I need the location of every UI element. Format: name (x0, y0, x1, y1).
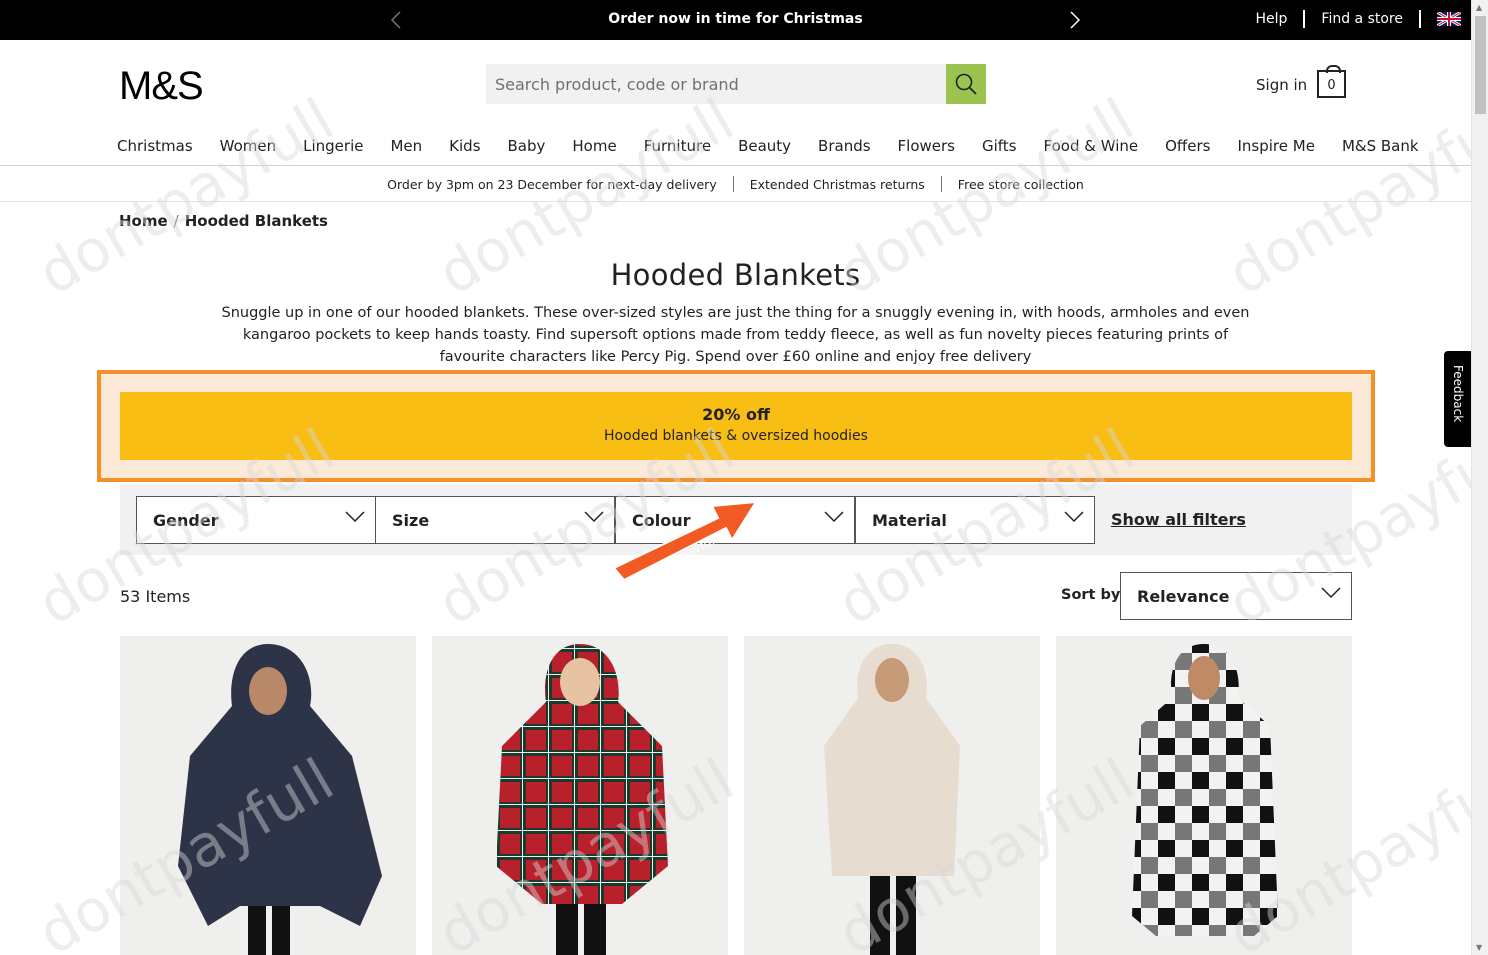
find-store-link[interactable]: Find a store (1305, 11, 1419, 27)
nav-item-men[interactable]: Men (381, 137, 431, 155)
filter-label: Size (392, 511, 430, 530)
divider (1419, 10, 1421, 28)
nav-item-furniture[interactable]: Furniture (635, 137, 720, 155)
search-bar (486, 64, 986, 104)
shopping-bag-icon[interactable]: 0 (1317, 65, 1346, 98)
nav-item-women[interactable]: Women (211, 137, 285, 155)
nav-item-gifts[interactable]: Gifts (973, 137, 1026, 155)
product-image-navy-hooded-blanket[interactable] (120, 636, 416, 955)
filter-bar: Gender Size Colour Material Show all fil… (120, 484, 1352, 555)
nav-item-baby[interactable]: Baby (499, 137, 555, 155)
page-title: Hooded Blankets (610, 258, 861, 292)
nav-item-beauty[interactable]: Beauty (729, 137, 800, 155)
delivery-next-day[interactable]: Order by 3pm on 23 December for next-day… (371, 177, 733, 192)
breadcrumb-home[interactable]: Home (119, 212, 168, 230)
breadcrumb-current[interactable]: Hooded Blankets (185, 212, 328, 230)
page-scrollbar[interactable]: ▲ ▼ (1471, 0, 1488, 955)
product-image-tartan-hooded-blanket[interactable] (432, 636, 728, 955)
scroll-down-icon[interactable]: ▼ (1476, 943, 1482, 952)
filter-label: Gender (153, 511, 219, 530)
product-image-cream-teddy-hoodie[interactable] (744, 636, 1040, 955)
scrollbar-thumb[interactable] (1475, 16, 1486, 114)
main-nav: Christmas Women Lingerie Men Kids Baby H… (108, 137, 1437, 155)
feedback-label: Feedback (1451, 365, 1465, 423)
uk-flag-icon[interactable] (1437, 12, 1461, 26)
filter-label: Material (872, 511, 947, 530)
nav-item-flowers[interactable]: Flowers (889, 137, 964, 155)
offer-banner[interactable]: 20% off Hooded blankets & oversized hood… (120, 392, 1352, 460)
top-promo-bar: Order now in time for Christmas Help Fin… (0, 0, 1471, 40)
scroll-up-icon[interactable]: ▲ (1476, 3, 1482, 12)
chevron-down-icon (824, 511, 844, 523)
ms-logo[interactable]: M&S (119, 64, 204, 109)
promo-next-icon[interactable] (1065, 8, 1085, 32)
nav-item-food-wine[interactable]: Food & Wine (1035, 137, 1148, 155)
chevron-down-icon (1321, 587, 1341, 599)
delivery-store-collection[interactable]: Free store collection (942, 177, 1100, 192)
filter-size[interactable]: Size (375, 496, 615, 544)
nav-item-christmas[interactable]: Christmas (108, 137, 202, 155)
search-icon (955, 73, 977, 95)
offer-headline: 20% off (702, 405, 770, 424)
show-all-filters-link[interactable]: Show all filters (1111, 510, 1246, 529)
items-count: 53 Items (120, 587, 191, 606)
help-link[interactable]: Help (1240, 11, 1304, 27)
chevron-down-icon (345, 511, 365, 523)
sign-in-link[interactable]: Sign in (1256, 76, 1307, 94)
nav-item-kids[interactable]: Kids (440, 137, 489, 155)
sort-value: Relevance (1137, 587, 1230, 606)
search-button[interactable] (946, 64, 986, 104)
offer-subline: Hooded blankets & oversized hoodies (604, 428, 868, 444)
nav-item-offers[interactable]: Offers (1156, 137, 1219, 155)
chevron-down-icon (584, 511, 604, 523)
nav-item-inspire-me[interactable]: Inspire Me (1228, 137, 1323, 155)
product-image-check-teddy-hoodie[interactable] (1056, 636, 1352, 955)
page-description: Snuggle up in one of our hooded blankets… (221, 305, 1250, 365)
sort-by-label: Sort by (1061, 587, 1121, 603)
nav-item-home[interactable]: Home (563, 137, 625, 155)
divider (0, 165, 1471, 166)
bag-count: 0 (1327, 78, 1336, 93)
divider (0, 201, 1471, 202)
chevron-down-icon (1064, 511, 1084, 523)
sort-select[interactable]: Relevance (1120, 572, 1352, 620)
nav-item-lingerie[interactable]: Lingerie (294, 137, 372, 155)
nav-item-brands[interactable]: Brands (809, 137, 880, 155)
delivery-returns[interactable]: Extended Christmas returns (734, 177, 941, 192)
feedback-tab[interactable]: Feedback (1444, 351, 1471, 447)
search-input[interactable] (486, 64, 946, 104)
filter-material[interactable]: Material (855, 496, 1095, 544)
filter-colour[interactable]: Colour (615, 496, 855, 544)
breadcrumb-separator: / (173, 212, 179, 230)
filter-gender[interactable]: Gender (136, 496, 376, 544)
filter-label: Colour (632, 511, 691, 530)
breadcrumb: Home / Hooded Blankets (119, 212, 328, 230)
delivery-strip: Order by 3pm on 23 December for next-day… (0, 176, 1471, 192)
nav-item-ms-bank[interactable]: M&S Bank (1333, 137, 1428, 155)
